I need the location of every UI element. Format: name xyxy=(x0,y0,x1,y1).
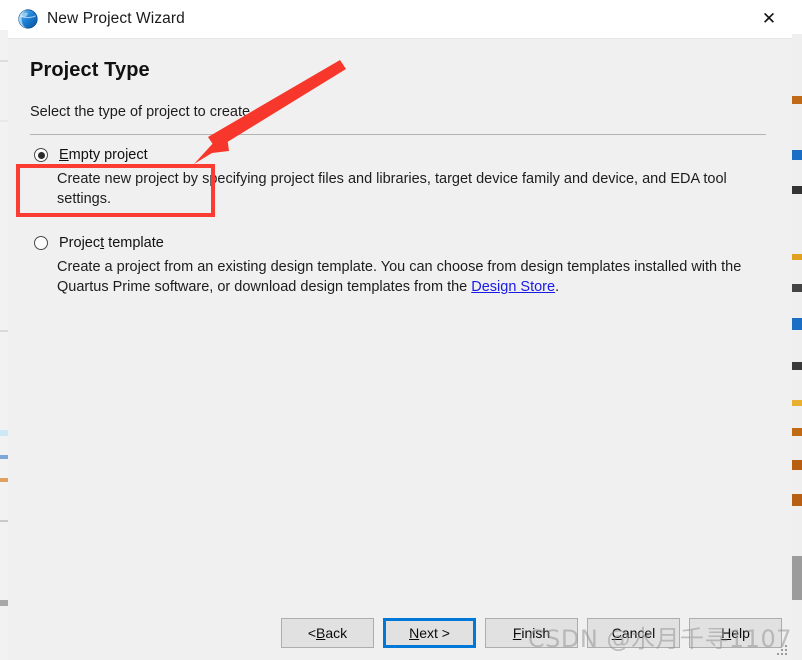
title-bar: New Project Wizard ✕ xyxy=(8,0,792,39)
radio-option-project-template[interactable]: Project template xyxy=(30,235,770,251)
description-project-template: Create a project from an existing design… xyxy=(57,257,770,297)
label-rest: mpty project xyxy=(68,147,148,163)
btn-text-pre: < xyxy=(307,625,317,641)
dialog-body: Project Type Select the type of project … xyxy=(8,39,792,606)
description-empty-project: Create new project by specifying project… xyxy=(57,171,727,207)
radio-empty-project[interactable] xyxy=(34,148,48,162)
btn-text-post: ext > xyxy=(419,625,450,641)
radio-label-project-template[interactable]: Project template xyxy=(59,235,164,251)
mnemonic-letter: B xyxy=(316,625,326,641)
description-text-after-link: . xyxy=(555,279,560,295)
radio-option-empty-project[interactable]: Empty project xyxy=(30,147,770,163)
cancel-button[interactable]: Cancel xyxy=(587,618,680,648)
btn-text-post: elp xyxy=(731,625,750,641)
radio-project-template[interactable] xyxy=(34,236,48,250)
mnemonic-letter: E xyxy=(59,147,69,163)
btn-text-post: ack xyxy=(325,625,348,641)
new-project-wizard-dialog: New Project Wizard ✕ Project Type Select… xyxy=(8,0,792,660)
mnemonic-letter: H xyxy=(721,625,732,641)
next-button[interactable]: Next > xyxy=(383,618,476,648)
resize-grip-icon[interactable] xyxy=(776,644,789,657)
description-text-before-link: Create a project from an existing design… xyxy=(57,259,742,295)
finish-button[interactable]: Finish xyxy=(485,618,578,648)
quartus-globe-icon xyxy=(18,9,38,29)
page-title: Project Type xyxy=(30,59,150,81)
screen: New Project Wizard ✕ Project Type Select… xyxy=(0,0,802,660)
design-store-link[interactable]: Design Store xyxy=(471,279,555,295)
header-separator xyxy=(30,134,766,135)
close-icon[interactable]: ✕ xyxy=(746,0,792,38)
label-start: Projec xyxy=(59,235,101,251)
background-window-right-edge xyxy=(792,0,802,660)
help-button[interactable]: Help xyxy=(689,618,782,648)
window-title: New Project Wizard xyxy=(47,10,185,27)
back-button[interactable]: < Back xyxy=(281,618,374,648)
radio-label-empty-project[interactable]: Empty project xyxy=(59,147,148,163)
mnemonic-letter: C xyxy=(611,625,622,641)
mnemonic-letter: F xyxy=(512,625,522,641)
btn-text-post: inish xyxy=(521,625,551,641)
mnemonic-letter: N xyxy=(409,625,420,641)
page-subtitle: Select the type of project to create. xyxy=(30,104,255,120)
label-rest: template xyxy=(104,235,164,251)
btn-text-post: ancel xyxy=(621,625,656,641)
dialog-footer: < Back Next > Finish Cancel Help xyxy=(8,606,792,660)
background-window-left-edge xyxy=(0,0,8,660)
